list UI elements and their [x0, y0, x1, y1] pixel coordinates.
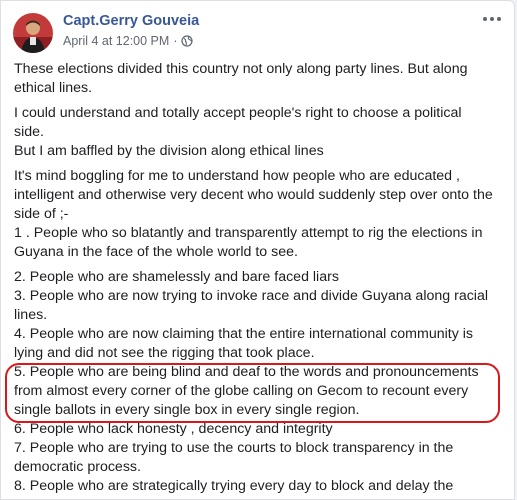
- post-text-line: from almost every corner of the globe ca…: [14, 383, 469, 399]
- post-text-line: But I am baffled by the division along e…: [14, 143, 324, 159]
- post-paragraph: I could understand and totally accept pe…: [14, 104, 504, 161]
- post-text-line: 2. People who are shamelessly and bare f…: [14, 269, 339, 285]
- post-text-line: single ballots in every single box in ev…: [14, 402, 360, 418]
- post-text-line: side of ;-: [14, 206, 69, 222]
- post-text-line: 8. People who are strategically trying e…: [14, 478, 454, 494]
- post-text-line: Guyana in the face of the whole world to…: [14, 244, 298, 260]
- post-text-line: side.: [14, 124, 44, 140]
- more-options-icon[interactable]: [480, 9, 504, 29]
- post-meta: April 4 at 12:00 PM ·: [63, 34, 194, 48]
- avatar[interactable]: [13, 13, 53, 53]
- globe-icon[interactable]: [181, 35, 194, 47]
- post-timestamp[interactable]: April 4 at 12:00 PM: [63, 34, 169, 48]
- post-card: Capt.Gerry Gouveia April 4 at 12:00 PM ·…: [0, 0, 515, 500]
- post-paragraph: It's mind boggling for me to understand …: [14, 167, 504, 262]
- post-header: Capt.Gerry Gouveia April 4 at 12:00 PM ·: [1, 1, 514, 63]
- post-text-line: 5. People who are being blind and deaf t…: [14, 364, 479, 380]
- post-text-line: I could understand and totally accept pe…: [14, 105, 462, 121]
- post-text-line: lines.: [14, 307, 48, 323]
- post-paragraph: These elections divided this country not…: [14, 60, 504, 98]
- author-name[interactable]: Capt.Gerry Gouveia: [63, 13, 199, 29]
- post-text-line: 7. People who are trying to use the cour…: [14, 440, 454, 456]
- post-paragraph: 2. People who are shamelessly and bare f…: [14, 268, 504, 496]
- post-text-line: It's mind boggling for me to understand …: [14, 168, 460, 184]
- meta-separator: ·: [173, 34, 178, 48]
- post-text-line: lying and did not see the rigging that t…: [14, 345, 315, 361]
- post-text-line: ethical lines.: [14, 80, 93, 96]
- post-text-line: 4. People who are now claiming that the …: [14, 326, 473, 342]
- post-text-line: intelligent and otherwise very decent wh…: [14, 187, 493, 203]
- post-text-line: democratic process.: [14, 459, 141, 475]
- post-text-line: 3. People who are now trying to invoke r…: [14, 288, 488, 304]
- post-body: These elections divided this country not…: [14, 60, 504, 496]
- post-text-line: 1 . People who so blatantly and transpar…: [14, 225, 483, 241]
- post-text-line: These elections divided this country not…: [14, 61, 468, 77]
- post-text-line: 6. People who lack honesty , decency and…: [14, 421, 333, 437]
